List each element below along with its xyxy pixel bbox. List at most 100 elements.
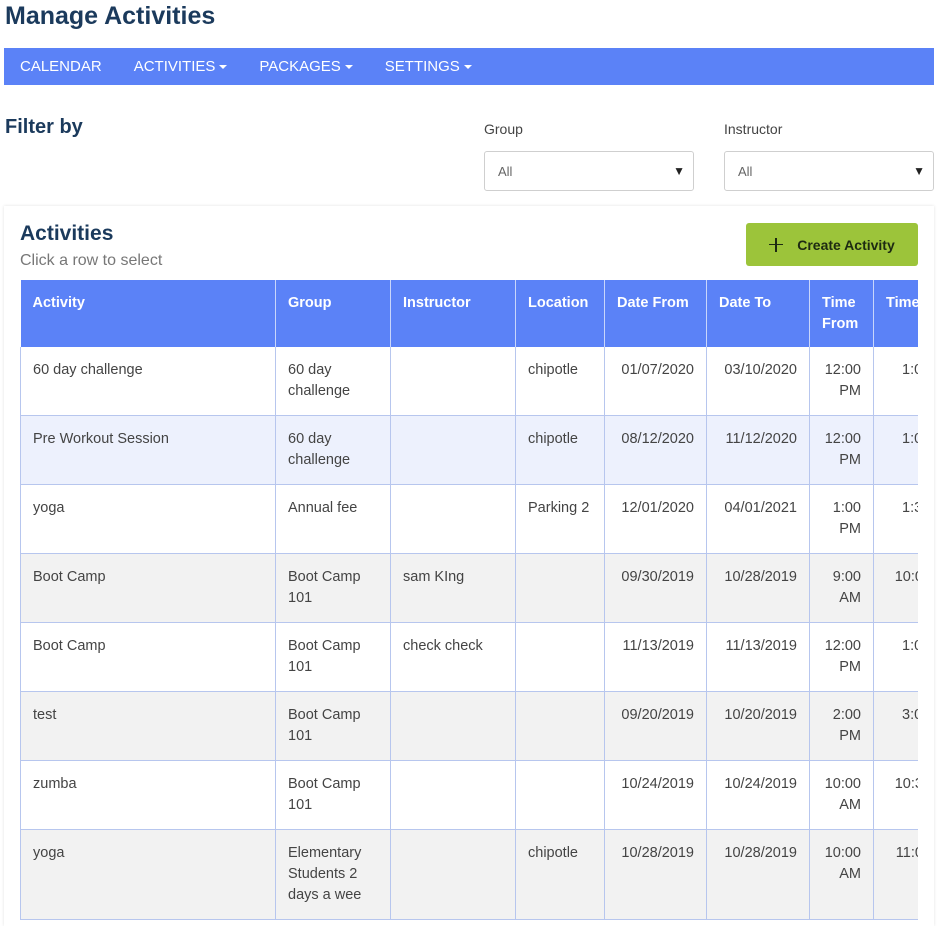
cell-instructor — [390, 484, 516, 554]
cell-instructor — [390, 415, 516, 485]
cell-time-to: 3:00 PM — [873, 691, 918, 761]
cell-location — [515, 691, 605, 761]
cell-time-to: 1:00 PM — [873, 347, 918, 416]
create-activity-label: Create Activity — [797, 236, 895, 253]
column-header-activity[interactable]: Activity — [20, 280, 276, 347]
cell-time-to: 10:00 AM — [873, 553, 918, 623]
cell-location: chipotle — [515, 347, 605, 416]
cell-time-from: 1:00 PM — [809, 484, 874, 554]
cell-instructor: check check — [390, 622, 516, 692]
table-row[interactable]: zumba Boot Camp 101 10/24/2019 10/24/2019 10… — [20, 760, 918, 830]
cell-time-from: 10:00 AM — [809, 829, 874, 920]
activities-card: Activities Click a row to select Create … — [4, 206, 934, 926]
cell-date-to: 10/20/2019 — [706, 691, 810, 761]
page-title: Manage Activities — [5, 2, 216, 30]
nav-packages[interactable]: PACKAGES — [243, 48, 368, 85]
caret-down-icon — [463, 64, 472, 69]
cell-activity: Boot Camp — [20, 553, 276, 623]
cell-location: chipotle — [515, 829, 605, 920]
activities-table: Activity Group Instructor Location Date … — [20, 280, 918, 920]
cell-time-from: 12:00 PM — [809, 622, 874, 692]
group-filter-select[interactable]: All ▼ — [484, 151, 694, 191]
cell-time-to: 1:00 PM — [873, 622, 918, 692]
cell-time-to: 1:30 PM — [873, 484, 918, 554]
activities-subtitle: Click a row to select — [20, 252, 163, 269]
cell-date-from: 01/07/2020 — [604, 347, 707, 416]
cell-time-from: 12:00 PM — [809, 347, 874, 416]
nav-activities-label: ACTIVITIES — [133, 58, 216, 75]
filter-title: Filter by — [5, 116, 83, 138]
cell-date-to: 11/12/2020 — [706, 415, 810, 485]
cell-date-to: 03/10/2020 — [706, 347, 810, 416]
cell-location: chipotle — [515, 415, 605, 485]
cell-date-from: 09/20/2019 — [604, 691, 707, 761]
cell-time-to: 11:00 AM — [873, 829, 918, 920]
nav-calendar[interactable]: CALENDAR — [4, 48, 118, 85]
nav-settings[interactable]: SETTINGS — [369, 48, 488, 85]
instructor-filter-label: Instructor — [724, 121, 783, 137]
nav-activities[interactable]: ACTIVITIES — [118, 48, 244, 85]
create-activity-button[interactable]: Create Activity — [746, 223, 918, 266]
caret-down-icon — [344, 64, 353, 69]
column-header-time-to[interactable]: Time To — [873, 280, 918, 347]
plus-icon — [769, 237, 784, 252]
cell-group: Annual fee — [275, 484, 391, 554]
instructor-filter-select[interactable]: All ▼ — [724, 151, 934, 191]
table-row[interactable]: Boot Camp Boot Camp 101 sam KIng 09/30/2019… — [20, 553, 918, 623]
cell-date-to: 10/24/2019 — [706, 760, 810, 830]
table-row[interactable]: test Boot Camp 101 09/20/2019 10/20/2019 2:0… — [20, 691, 918, 761]
cell-group: Elementary Students 2 days a wee — [275, 829, 391, 920]
cell-location: Parking 2 — [515, 484, 605, 554]
cell-instructor: sam KIng — [390, 553, 516, 623]
cell-time-from: 9:00 AM — [809, 553, 874, 623]
cell-instructor — [390, 691, 516, 761]
table-row[interactable]: yoga Elementary Students 2 days a wee chip… — [20, 829, 918, 920]
cell-location — [515, 622, 605, 692]
main-nav: CALENDAR ACTIVITIES PACKAGES SETTINGS — [4, 48, 934, 85]
cell-time-from: 12:00 PM — [809, 415, 874, 485]
cell-date-to: 11/13/2019 — [706, 622, 810, 692]
cell-group: Boot Camp 101 — [275, 691, 391, 761]
table-row[interactable]: yoga Annual fee Parking 2 12/01/2020 04/01/2… — [20, 484, 918, 554]
cell-date-from: 12/01/2020 — [604, 484, 707, 554]
cell-location — [515, 553, 605, 623]
cell-instructor — [390, 347, 516, 416]
cell-date-from: 10/28/2019 — [604, 829, 707, 920]
cell-activity: zumba — [20, 760, 276, 830]
group-filter-label: Group — [484, 121, 523, 137]
table-row[interactable]: 60 day challenge 60 day challenge chipotle… — [20, 347, 918, 416]
cell-group: Boot Camp 101 — [275, 553, 391, 623]
column-header-group[interactable]: Group — [275, 280, 391, 347]
cell-activity: Pre Workout Session — [20, 415, 276, 485]
cell-activity: yoga — [20, 829, 276, 920]
cell-date-to: 04/01/2021 — [706, 484, 810, 554]
column-header-location[interactable]: Location — [515, 280, 605, 347]
caret-down-icon — [219, 64, 228, 69]
nav-settings-label: SETTINGS — [384, 58, 460, 75]
cell-date-to: 10/28/2019 — [706, 553, 810, 623]
column-header-time-from[interactable]: Time From — [809, 280, 874, 347]
nav-calendar-label: CALENDAR — [20, 58, 102, 75]
cell-activity: test — [20, 691, 276, 761]
column-header-date-to[interactable]: Date To — [706, 280, 810, 347]
cell-activity: yoga — [20, 484, 276, 554]
cell-time-to: 1:00 PM — [873, 415, 918, 485]
table-row[interactable]: Boot Camp Boot Camp 101 check check 11/13/2… — [20, 622, 918, 692]
cell-group: 60 day challenge — [275, 415, 391, 485]
column-header-instructor[interactable]: Instructor — [390, 280, 516, 347]
cell-date-from: 10/24/2019 — [604, 760, 707, 830]
group-filter-value: All — [498, 163, 513, 179]
cell-location — [515, 760, 605, 830]
nav-packages-label: PACKAGES — [259, 58, 341, 75]
cell-time-from: 10:00 AM — [809, 760, 874, 830]
cell-activity: Boot Camp — [20, 622, 276, 692]
cell-group: 60 day challenge — [275, 347, 391, 416]
cell-instructor — [390, 829, 516, 920]
column-header-date-from[interactable]: Date From — [604, 280, 707, 347]
cell-time-from: 2:00 PM — [809, 691, 874, 761]
activities-table-container[interactable]: Activity Group Instructor Location Date … — [20, 280, 918, 920]
table-row[interactable]: Pre Workout Session 60 day challenge chipo… — [20, 415, 918, 485]
table-header-row: Activity Group Instructor Location Date … — [20, 280, 918, 347]
cell-date-from: 09/30/2019 — [604, 553, 707, 623]
cell-date-from: 11/13/2019 — [604, 622, 707, 692]
